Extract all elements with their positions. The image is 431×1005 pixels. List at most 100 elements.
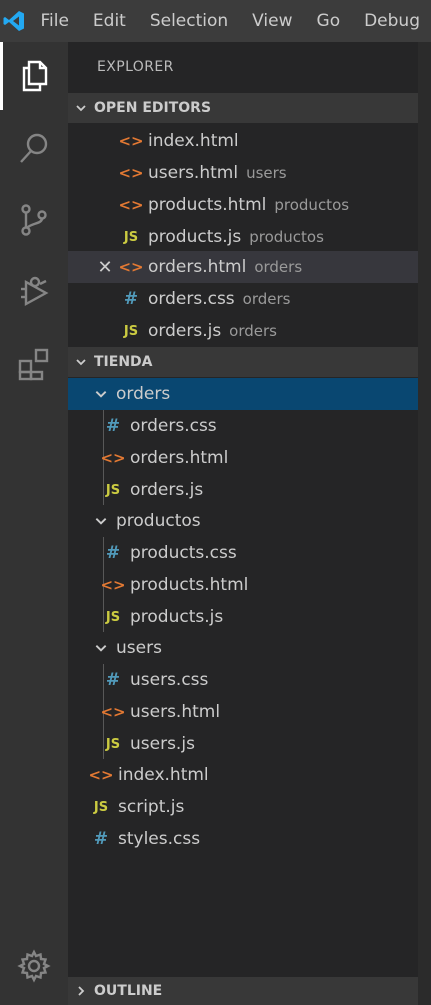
tree-file[interactable]: <> orders.html bbox=[68, 442, 418, 474]
file-name: users.html bbox=[148, 163, 239, 183]
menu-file[interactable]: File bbox=[27, 0, 79, 42]
file-name: products.css bbox=[130, 543, 237, 563]
scrollbar[interactable] bbox=[418, 42, 431, 1005]
file-name: orders.html bbox=[130, 448, 229, 468]
vscode-logo-icon bbox=[0, 0, 27, 42]
open-editor-item[interactable]: JS orders.js orders bbox=[68, 315, 418, 347]
tree-file[interactable]: <> index.html bbox=[68, 759, 418, 791]
open-editor-item[interactable]: JS products.js productos bbox=[68, 221, 418, 253]
html-file-icon: <> bbox=[100, 703, 126, 721]
extensions-icon[interactable] bbox=[0, 330, 68, 398]
tree-folder-productos[interactable]: productos bbox=[68, 505, 418, 537]
file-folder-desc: orders bbox=[242, 290, 291, 308]
file-name: script.js bbox=[118, 797, 185, 817]
chevron-down-icon bbox=[90, 641, 112, 655]
tree-file[interactable]: # users.css bbox=[68, 664, 418, 696]
js-file-icon: JS bbox=[93, 799, 109, 815]
file-name: users.js bbox=[130, 734, 195, 754]
open-editor-item[interactable]: <> index.html bbox=[68, 125, 418, 157]
html-file-icon: <> bbox=[100, 449, 126, 467]
file-name: products.js bbox=[148, 227, 242, 247]
file-name: users.html bbox=[130, 702, 221, 722]
file-name: orders.css bbox=[148, 289, 235, 309]
activity-bar bbox=[0, 42, 68, 1005]
tree-folder-users[interactable]: users bbox=[68, 632, 418, 664]
html-file-icon: <> bbox=[118, 258, 144, 276]
explorer-sidebar: EXPLORER OPEN EDITORS <> index.html <> u… bbox=[68, 42, 418, 1005]
html-file-icon: <> bbox=[118, 164, 144, 182]
tree-file[interactable]: # orders.css bbox=[68, 410, 418, 442]
js-file-icon: JS bbox=[105, 609, 121, 625]
file-name: index.html bbox=[148, 131, 239, 151]
html-file-icon: <> bbox=[100, 576, 126, 594]
tree-file[interactable]: <> users.html bbox=[68, 696, 418, 728]
settings-gear-icon[interactable] bbox=[0, 932, 68, 1000]
open-editors-label: OPEN EDITORS bbox=[94, 100, 212, 116]
menu-go[interactable]: Go bbox=[304, 0, 352, 42]
chevron-down-icon bbox=[68, 102, 94, 114]
css-file-icon: # bbox=[105, 670, 121, 690]
js-file-icon: JS bbox=[105, 482, 121, 498]
html-file-icon: <> bbox=[118, 196, 144, 214]
outline-label: OUTLINE bbox=[94, 983, 163, 999]
menu-debug[interactable]: Debug bbox=[351, 0, 431, 42]
menu-selection[interactable]: Selection bbox=[137, 0, 239, 42]
source-control-icon[interactable] bbox=[0, 186, 68, 254]
html-file-icon: <> bbox=[88, 766, 114, 784]
css-file-icon: # bbox=[105, 543, 121, 563]
open-editor-item[interactable]: # orders.css orders bbox=[68, 283, 418, 315]
js-file-icon: JS bbox=[123, 323, 139, 339]
outline-header[interactable]: OUTLINE bbox=[68, 977, 418, 1005]
chevron-down-icon bbox=[68, 356, 94, 368]
file-name: orders.html bbox=[148, 257, 247, 277]
folder-name: orders bbox=[116, 384, 171, 404]
tree-file[interactable]: JS products.js bbox=[68, 601, 418, 633]
explorer-title: EXPLORER bbox=[97, 59, 174, 75]
file-folder-desc: productos bbox=[274, 196, 350, 214]
tree-file[interactable]: # products.css bbox=[68, 537, 418, 569]
file-name: orders.js bbox=[130, 480, 204, 500]
chevron-right-icon bbox=[68, 985, 94, 997]
tree-folder-orders[interactable]: orders bbox=[68, 378, 418, 410]
file-folder-desc: productos bbox=[249, 228, 324, 246]
file-name: products.html bbox=[130, 575, 249, 595]
file-folder-desc: orders bbox=[229, 322, 277, 340]
file-name: orders.css bbox=[130, 416, 217, 436]
search-icon[interactable] bbox=[0, 114, 68, 182]
file-name: styles.css bbox=[118, 829, 201, 849]
close-icon[interactable]: ✕ bbox=[94, 257, 116, 278]
folder-name: productos bbox=[116, 511, 201, 531]
menu-view[interactable]: View bbox=[239, 0, 303, 42]
debug-icon[interactable] bbox=[0, 258, 68, 326]
tree-file[interactable]: JS orders.js bbox=[68, 474, 418, 506]
open-editor-item[interactable]: <> products.html productos bbox=[68, 189, 418, 221]
css-file-icon: # bbox=[123, 289, 139, 309]
workspace-header[interactable]: TIENDA bbox=[68, 347, 418, 377]
folder-name: users bbox=[116, 638, 162, 658]
js-file-icon: JS bbox=[123, 229, 139, 245]
file-folder-desc: orders bbox=[254, 258, 303, 276]
css-file-icon: # bbox=[105, 416, 121, 436]
file-name: products.js bbox=[130, 607, 224, 627]
menu-bar: File Edit Selection View Go Debug bbox=[0, 0, 431, 42]
css-file-icon: # bbox=[93, 829, 109, 849]
file-name: orders.js bbox=[148, 321, 222, 341]
open-editor-item[interactable]: <> users.html users bbox=[68, 157, 418, 189]
js-file-icon: JS bbox=[105, 736, 121, 752]
file-folder-desc: users bbox=[246, 164, 287, 182]
workspace-label: TIENDA bbox=[94, 354, 153, 370]
open-editor-item-hovered[interactable]: ✕ <> orders.html orders bbox=[68, 251, 418, 283]
tree-file[interactable]: JS users.js bbox=[68, 728, 418, 760]
file-name: index.html bbox=[118, 765, 209, 785]
menu-edit[interactable]: Edit bbox=[80, 0, 137, 42]
file-name: products.html bbox=[148, 195, 267, 215]
tree-file[interactable]: JS script.js bbox=[68, 791, 418, 823]
chevron-down-icon bbox=[90, 514, 112, 528]
html-file-icon: <> bbox=[118, 132, 144, 150]
tree-file[interactable]: <> products.html bbox=[68, 569, 418, 601]
open-editors-header[interactable]: OPEN EDITORS bbox=[68, 93, 418, 123]
explorer-icon[interactable] bbox=[0, 42, 68, 110]
chevron-down-icon bbox=[90, 387, 112, 401]
tree-file[interactable]: # styles.css bbox=[68, 823, 418, 855]
file-name: users.css bbox=[130, 670, 209, 690]
